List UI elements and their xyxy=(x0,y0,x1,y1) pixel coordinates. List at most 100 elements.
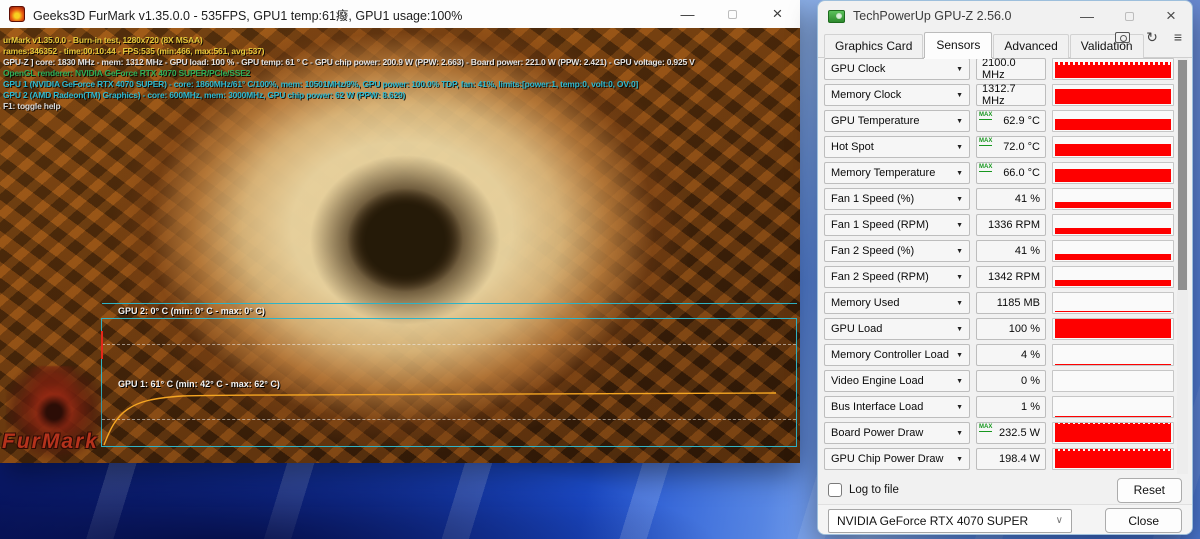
close-button[interactable]: Close xyxy=(1105,508,1182,533)
sensor-value-box: MAX 66.0 °C xyxy=(976,162,1046,184)
furmark-window: Geeks3D FurMark v1.35.0.0 - 535FPS, GPU1… xyxy=(0,0,800,463)
menu-hamburger-icon[interactable]: ≡ xyxy=(1174,30,1182,44)
sensor-name-dropdown[interactable]: Video Engine Load ▼ xyxy=(824,370,970,392)
furmark-app-icon xyxy=(9,6,25,22)
tab-graphics-card[interactable]: Graphics Card xyxy=(824,34,924,58)
maximize-icon[interactable] xyxy=(1108,1,1150,31)
sensor-row: Bus Interface Load ▼ 1 % xyxy=(824,396,1174,418)
sensor-value-box: 1 % xyxy=(976,396,1046,418)
sensor-graph xyxy=(1052,266,1174,288)
log-to-file-label: Log to file xyxy=(849,484,899,496)
gpuz-titlebar[interactable]: TechPowerUp GPU-Z 2.56.0 — × xyxy=(818,1,1192,31)
sensor-name: Board Power Draw xyxy=(831,427,924,439)
close-icon[interactable]: × xyxy=(1150,1,1192,31)
sensor-value-box: MAX 62.9 °C xyxy=(976,110,1046,132)
furmark-overlay: urMark v1.35.0.0 - Burn-in test, 1280x72… xyxy=(3,35,695,112)
sensor-graph-fill xyxy=(1055,254,1171,260)
sensor-name-dropdown[interactable]: Memory Controller Load ▼ xyxy=(824,344,970,366)
sensor-value: 1312.7 MHz xyxy=(982,83,1016,107)
sensor-value: 1336 RPM xyxy=(988,219,1040,231)
overlay-line: F1: toggle help xyxy=(3,101,61,111)
overlay-line: rames:346352 - time:00:10:44 - FPS:535 (… xyxy=(3,46,265,56)
reset-button[interactable]: Reset xyxy=(1116,477,1182,503)
scrollbar-thumb[interactable] xyxy=(1178,60,1187,290)
sensor-row: Video Engine Load ▼ 0 % xyxy=(824,370,1174,392)
sensor-name-dropdown[interactable]: GPU Temperature ▼ xyxy=(824,110,970,132)
sensor-row: Memory Temperature ▼ MAX 66.0 °C xyxy=(824,162,1174,184)
sensor-value: 1342 RPM xyxy=(988,271,1040,283)
max-badge: MAX xyxy=(979,163,993,172)
gpu1-temp-label: GPU 1: 61° C (min: 42° C - max: 62° C) xyxy=(118,379,280,389)
gpu2-temp-label: GPU 2: 0° C (min: 0° C - max: 0° C) xyxy=(118,306,265,316)
chevron-down-icon: ▼ xyxy=(956,117,963,125)
sensor-value-box: 41 % xyxy=(976,240,1046,262)
sensor-list: GPU Clock ▼ 2100.0 MHz Memory Clock ▼ 13… xyxy=(824,57,1174,470)
sensor-row: Hot Spot ▼ MAX 72.0 °C xyxy=(824,136,1174,158)
minimize-icon[interactable]: — xyxy=(665,0,710,28)
sensor-name-dropdown[interactable]: GPU Load ▼ xyxy=(824,318,970,340)
sensor-value: 1 % xyxy=(1021,401,1040,413)
sensor-graph-fill xyxy=(1055,449,1171,468)
sensor-name-dropdown[interactable]: Memory Temperature ▼ xyxy=(824,162,970,184)
gpuz-device-bar: NVIDIA GeForce RTX 4070 SUPER ∨ Close xyxy=(818,504,1192,534)
sensor-name-dropdown[interactable]: Board Power Draw ▼ xyxy=(824,422,970,444)
device-select[interactable]: NVIDIA GeForce RTX 4070 SUPER ∨ xyxy=(828,508,1072,533)
sensor-graph-fill xyxy=(1055,202,1171,208)
sensor-row: Memory Used ▼ 1185 MB xyxy=(824,292,1174,314)
sensor-name-dropdown[interactable]: Fan 1 Speed (RPM) ▼ xyxy=(824,214,970,236)
gpuz-window-title: TechPowerUp GPU-Z 2.56.0 xyxy=(853,9,1012,23)
refresh-icon[interactable]: ↻ xyxy=(1146,30,1158,44)
sensor-row: GPU Temperature ▼ MAX 62.9 °C xyxy=(824,110,1174,132)
sensor-name: Fan 2 Speed (RPM) xyxy=(831,271,929,283)
log-to-file-checkbox[interactable] xyxy=(828,483,842,497)
sensor-row: GPU Chip Power Draw ▼ 198.4 W xyxy=(824,448,1174,470)
sensor-name: Fan 1 Speed (%) xyxy=(831,193,915,205)
maximize-icon[interactable] xyxy=(710,0,755,28)
sensor-value: 66.0 °C xyxy=(1003,167,1040,179)
sensor-name-dropdown[interactable]: Hot Spot ▼ xyxy=(824,136,970,158)
sensor-name-dropdown[interactable]: Memory Used ▼ xyxy=(824,292,970,314)
close-icon[interactable]: × xyxy=(755,0,800,28)
tab-sensors[interactable]: Sensors xyxy=(924,32,993,58)
device-select-value: NVIDIA GeForce RTX 4070 SUPER xyxy=(837,513,1029,528)
sensor-name-dropdown[interactable]: Memory Clock ▼ xyxy=(824,84,970,106)
furmark-titlebar[interactable]: Geeks3D FurMark v1.35.0.0 - 535FPS, GPU1… xyxy=(0,0,800,28)
overlay-line: GPU-Z ] core: 1830 MHz - mem: 1312 MHz -… xyxy=(3,57,695,67)
sensor-value-box: MAX 232.5 W xyxy=(976,422,1046,444)
sensor-value-box: 1312.7 MHz xyxy=(976,83,1046,107)
sensor-name: Memory Controller Load xyxy=(831,349,949,361)
sensor-row: Fan 1 Speed (%) ▼ 41 % xyxy=(824,188,1174,210)
sensor-scrollbar[interactable] xyxy=(1177,58,1188,474)
sensor-graph-fill xyxy=(1055,279,1171,286)
sensor-value-box: 2100.0 MHz xyxy=(976,57,1046,81)
sensor-value-box: 1342 RPM xyxy=(976,266,1046,288)
overlay-line: GPU 2 (AMD Radeon(TM) Graphics) - core: … xyxy=(3,90,406,100)
sensor-graph xyxy=(1052,84,1174,106)
tab-advanced[interactable]: Advanced xyxy=(993,34,1069,58)
sensor-name-dropdown[interactable]: Fan 1 Speed (%) ▼ xyxy=(824,188,970,210)
chevron-down-icon: ▼ xyxy=(956,91,963,99)
sensor-graph xyxy=(1052,448,1174,470)
sensor-name-dropdown[interactable]: Fan 2 Speed (%) ▼ xyxy=(824,240,970,262)
max-badge: MAX xyxy=(979,137,993,146)
sensor-name-dropdown[interactable]: Fan 2 Speed (RPM) ▼ xyxy=(824,266,970,288)
sensor-name-dropdown[interactable]: GPU Clock ▼ xyxy=(824,58,970,80)
sensor-graph xyxy=(1052,214,1174,236)
sensor-value: 198.4 W xyxy=(999,453,1040,465)
minimize-icon[interactable]: — xyxy=(1066,1,1108,31)
furmark-render-area: urMark v1.35.0.0 - Burn-in test, 1280x72… xyxy=(0,28,800,463)
chevron-down-icon: ∨ xyxy=(1055,515,1063,526)
sensor-value-box: 0 % xyxy=(976,370,1046,392)
screenshot-camera-icon[interactable] xyxy=(1115,32,1131,43)
chevron-down-icon: ▼ xyxy=(956,429,963,437)
gpu1-temp-graph: GPU 1: 61° C (min: 42° C - max: 62° C) xyxy=(101,318,797,447)
overlay-line: GPU 1 (NVIDIA GeForce RTX 4070 SUPER) - … xyxy=(3,79,639,89)
sensor-value: 62.9 °C xyxy=(1003,115,1040,127)
sensor-graph xyxy=(1052,136,1174,158)
sensor-graph-fill xyxy=(1055,311,1171,312)
sensor-name-dropdown[interactable]: Bus Interface Load ▼ xyxy=(824,396,970,418)
sensor-graph xyxy=(1052,344,1174,366)
sensor-name-dropdown[interactable]: GPU Chip Power Draw ▼ xyxy=(824,448,970,470)
sensor-graph xyxy=(1052,318,1174,340)
chevron-down-icon: ▼ xyxy=(956,299,963,307)
